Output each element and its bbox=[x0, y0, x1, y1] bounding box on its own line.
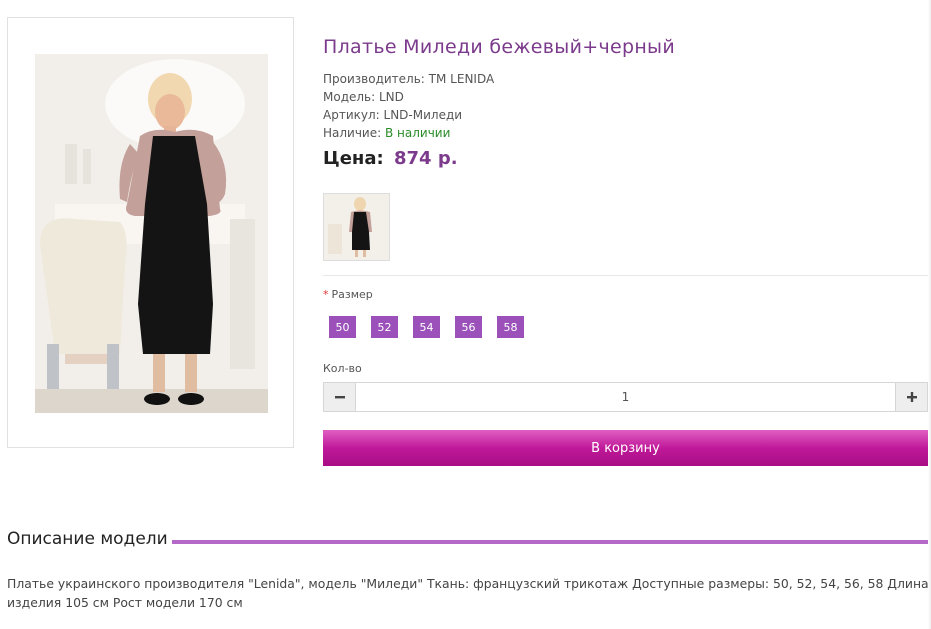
product-info: Производитель: TM LENIDA Модель: LND Арт… bbox=[323, 70, 494, 142]
description-title: Описание модели bbox=[7, 529, 168, 549]
price-label: Цена: bbox=[323, 148, 384, 169]
size-option-54[interactable]: 54 bbox=[413, 316, 440, 338]
size-option-52[interactable]: 52 bbox=[371, 316, 398, 338]
add-to-cart-button[interactable]: В корзину bbox=[323, 430, 928, 466]
main-product-photo[interactable] bbox=[35, 54, 268, 413]
model-photo-illustration bbox=[35, 54, 268, 413]
price-value: 874 р. bbox=[393, 148, 458, 169]
required-mark: * bbox=[323, 288, 329, 301]
thumbnail-illustration bbox=[324, 194, 389, 260]
availability-label: Наличие: bbox=[323, 126, 382, 140]
manufacturer-value: TM LENIDA bbox=[428, 72, 495, 86]
product-thumbnail[interactable] bbox=[323, 193, 390, 261]
availability-row: Наличие: В наличии bbox=[323, 124, 494, 142]
quantity-label: Кол-во bbox=[323, 362, 362, 375]
article-value: LND-Миледи bbox=[383, 108, 463, 122]
model-label: Модель: bbox=[323, 90, 376, 104]
size-options: 50 52 54 56 58 bbox=[329, 316, 524, 338]
manufacturer-row: Производитель: TM LENIDA bbox=[323, 70, 494, 88]
article-label: Артикул: bbox=[323, 108, 380, 122]
description-text: Платье украинского производителя "Lenida… bbox=[7, 576, 929, 610]
size-option-56[interactable]: 56 bbox=[455, 316, 482, 338]
manufacturer-label: Производитель: bbox=[323, 72, 425, 86]
size-label-text: Размер bbox=[331, 288, 373, 301]
description-title-rule bbox=[172, 540, 928, 544]
quantity-stepper bbox=[323, 382, 928, 412]
size-option-50[interactable]: 50 bbox=[329, 316, 356, 338]
product-title: Платье Миледи бежевый+черный bbox=[323, 36, 675, 58]
plus-icon bbox=[906, 392, 917, 402]
model-row: Модель: LND bbox=[323, 88, 494, 106]
size-option-58[interactable]: 58 bbox=[497, 316, 524, 338]
quantity-decrease-button[interactable] bbox=[324, 383, 356, 411]
model-value: LND bbox=[379, 90, 404, 104]
quantity-input[interactable] bbox=[356, 383, 895, 411]
size-option-label: * Размер bbox=[323, 288, 373, 301]
options-divider bbox=[323, 275, 928, 276]
price-block: Цена: 874 р. bbox=[323, 148, 458, 169]
minus-icon bbox=[334, 396, 345, 399]
availability-value: В наличии bbox=[385, 126, 451, 140]
main-product-image-frame[interactable] bbox=[7, 17, 294, 448]
quantity-increase-button[interactable] bbox=[895, 383, 927, 411]
article-row: Артикул: LND-Миледи bbox=[323, 106, 494, 124]
